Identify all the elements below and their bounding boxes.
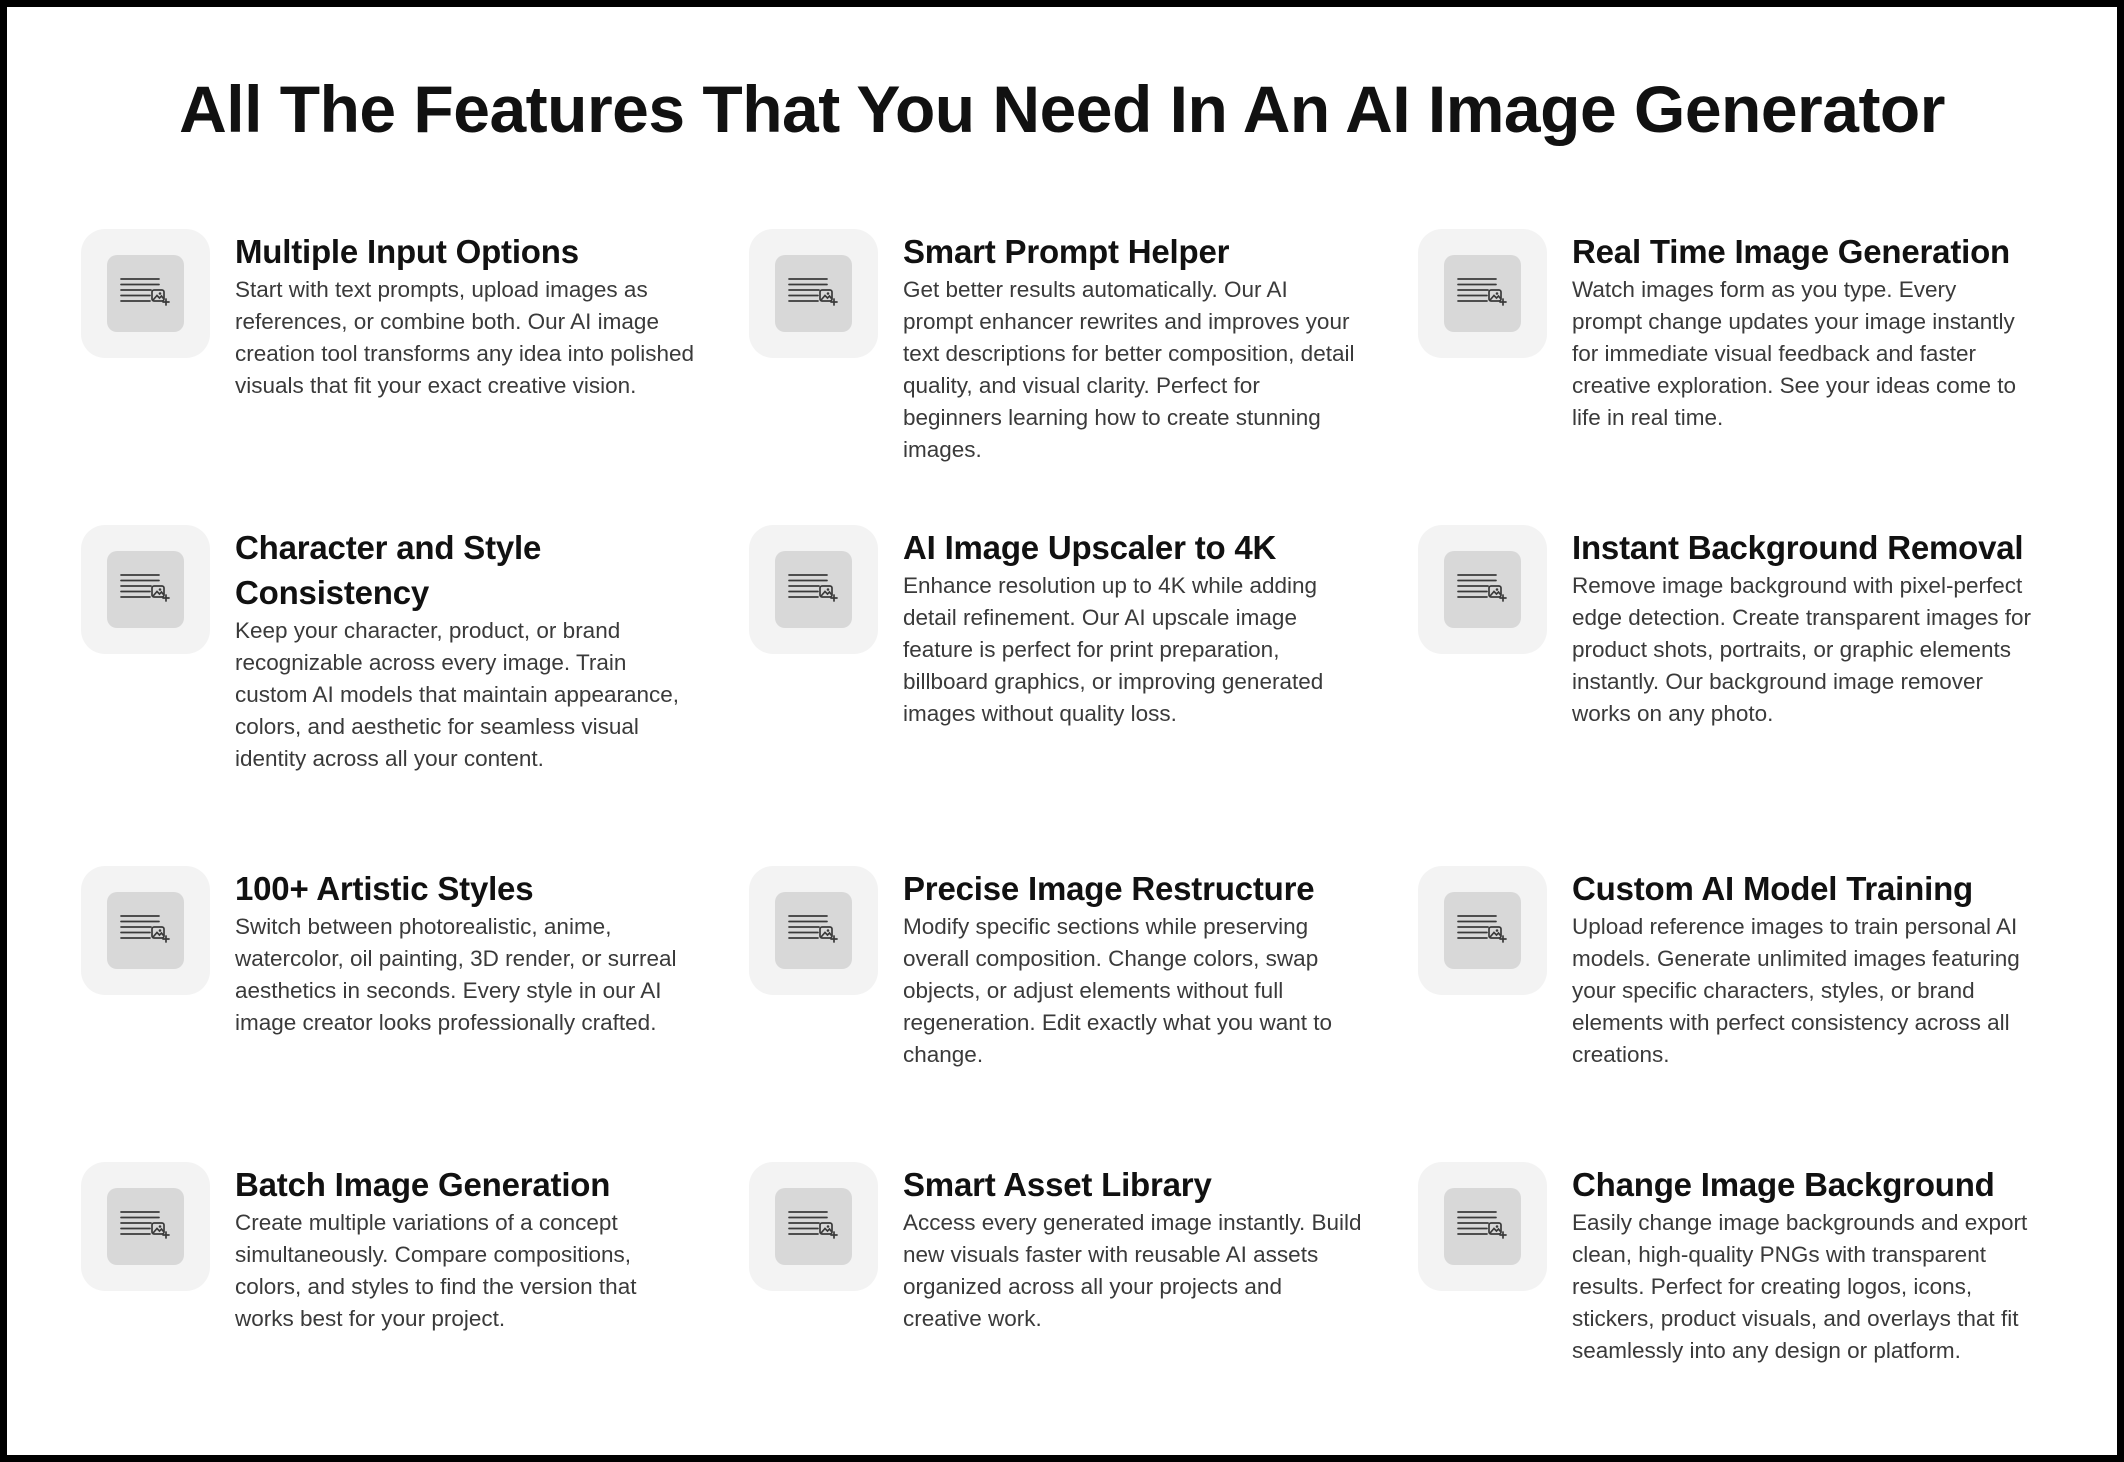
feature-icon-tile <box>81 525 210 654</box>
feature-title: AI Image Upscaler to 4K <box>903 529 1277 566</box>
feature-title: Batch Image Generation <box>235 1166 611 1203</box>
feature-icon-tile <box>749 1162 878 1291</box>
text-to-image-icon <box>1444 1188 1521 1265</box>
feature-description: Upload reference images to train persona… <box>1572 914 2020 1067</box>
feature-icon-tile <box>749 525 878 654</box>
feature-description: Switch between photorealistic, anime, wa… <box>235 914 677 1035</box>
text-to-image-icon <box>1444 892 1521 969</box>
feature-text: Real Time Image Generation Watch images … <box>1572 229 2032 434</box>
feature-title: Character and Style Consistency <box>235 529 542 611</box>
text-to-image-icon <box>775 892 852 969</box>
feature-text: AI Image Upscaler to 4K Enhance resoluti… <box>903 525 1363 730</box>
feature-title: Custom AI Model Training <box>1572 870 1973 907</box>
feature-title: Real Time Image Generation <box>1572 233 2011 270</box>
feature-description: Start with text prompts, upload images a… <box>235 277 695 398</box>
feature-text: Instant Background Removal Remove image … <box>1572 525 2032 730</box>
text-to-image-icon <box>107 551 184 628</box>
text-to-image-icon <box>775 1188 852 1265</box>
feature-icon-tile <box>1418 1162 1547 1291</box>
feature-description: Easily change image backgrounds and expo… <box>1572 1210 2028 1363</box>
feature-icon-tile <box>1418 229 1547 358</box>
feature-title: Multiple Input Options <box>235 233 579 270</box>
feature-text: Multiple Input Options Start with text p… <box>235 229 695 402</box>
feature-icon-tile <box>81 229 210 358</box>
feature-title: Smart Asset Library <box>903 1166 1212 1203</box>
page-title: All The Features That You Need In An AI … <box>179 72 1945 146</box>
feature-title: Precise Image Restructure <box>903 870 1315 907</box>
feature-text: 100+ Artistic Styles Switch between phot… <box>235 866 695 1039</box>
feature-text: Custom AI Model Training Upload referenc… <box>1572 866 2032 1071</box>
feature-description: Access every generated image instantly. … <box>903 1210 1362 1331</box>
feature-text: Batch Image Generation Create multiple v… <box>235 1162 695 1335</box>
text-to-image-icon <box>1444 255 1521 332</box>
feature-text: Change Image Background Easily change im… <box>1572 1162 2032 1367</box>
features-grid: Multiple Input Options Start with text p… <box>81 229 2061 1429</box>
feature-description: Keep your character, product, or brand r… <box>235 618 680 771</box>
feature-description: Enhance resolution up to 4K while adding… <box>903 573 1324 726</box>
feature-title: Change Image Background <box>1572 1166 1995 1203</box>
feature-description: Get better results automatically. Our AI… <box>903 277 1355 462</box>
feature-title: 100+ Artistic Styles <box>235 870 534 907</box>
feature-text: Smart Asset Library Access every generat… <box>903 1162 1363 1335</box>
feature-description: Remove image background with pixel-perfe… <box>1572 573 2032 726</box>
feature-icon-tile <box>81 1162 210 1291</box>
text-to-image-icon <box>107 1188 184 1265</box>
feature-description: Create multiple variations of a concept … <box>235 1210 637 1331</box>
feature-description: Watch images form as you type. Every pro… <box>1572 277 2016 430</box>
text-to-image-icon <box>1444 551 1521 628</box>
feature-text: Smart Prompt Helper Get better results a… <box>903 229 1363 466</box>
text-to-image-icon <box>107 255 184 332</box>
text-to-image-icon <box>775 255 852 332</box>
feature-icon-tile <box>81 866 210 995</box>
feature-icon-tile <box>749 229 878 358</box>
feature-description: Modify specific sections while preservin… <box>903 914 1332 1067</box>
feature-title: Smart Prompt Helper <box>903 233 1230 270</box>
feature-icon-tile <box>749 866 878 995</box>
feature-text: Precise Image Restructure Modify specifi… <box>903 866 1363 1071</box>
feature-icon-tile <box>1418 525 1547 654</box>
feature-icon-tile <box>1418 866 1547 995</box>
feature-text: Character and Style Consistency Keep you… <box>235 525 695 775</box>
feature-title: Instant Background Removal <box>1572 529 2024 566</box>
text-to-image-icon <box>775 551 852 628</box>
text-to-image-icon <box>107 892 184 969</box>
page: All The Features That You Need In An AI … <box>7 7 2117 1455</box>
